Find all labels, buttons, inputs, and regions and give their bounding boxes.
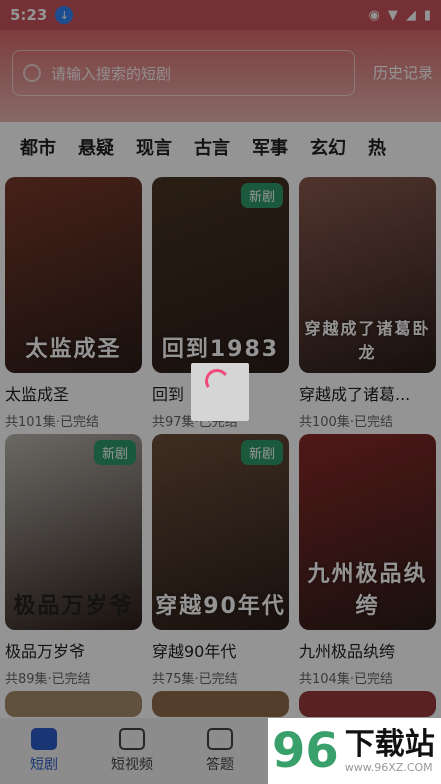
- drama-cover[interactable]: 太监成圣: [5, 177, 142, 373]
- search-input[interactable]: 请输入搜索的短剧: [12, 50, 355, 96]
- drama-cover[interactable]: 穿越成了诸葛卧龙: [299, 177, 436, 373]
- status-time: 5:23: [10, 6, 48, 24]
- drama-title: 穿越成了诸葛...: [299, 385, 411, 404]
- search-icon: [23, 64, 41, 82]
- site-watermark: 96 下载站 www.96XZ.COM: [268, 718, 441, 784]
- drama-card[interactable]: 新剧 极品万岁爷 极品万岁爷 共89集·已完结: [5, 434, 142, 687]
- cover-title-art: 穿越90年代: [155, 594, 286, 619]
- new-badge: 新剧: [240, 440, 283, 465]
- category-tab[interactable]: 现言: [136, 134, 172, 160]
- drama-card-partial[interactable]: [5, 691, 142, 717]
- drama-cover-partial[interactable]: [152, 691, 289, 717]
- drama-card[interactable]: 新剧 穿越90年代 穿越90年代 共75集·已完结: [152, 434, 289, 687]
- drama-card-partial[interactable]: [299, 691, 436, 717]
- battery-icon: ▮: [423, 7, 431, 23]
- cover-title-art: 回到1983: [161, 337, 280, 362]
- cover-title-art: 九州极品纨绔: [307, 562, 428, 619]
- drama-meta: 共75集·已完结: [152, 672, 238, 687]
- wifi-icon: ▼: [387, 7, 398, 23]
- location-icon: ◉: [368, 7, 380, 23]
- tab-label: 短剧: [30, 757, 58, 773]
- new-badge: 新剧: [93, 440, 136, 465]
- category-tab[interactable]: 热: [368, 134, 386, 160]
- book-icon: [119, 728, 145, 750]
- search-header: 请输入搜索的短剧 历史记录: [0, 30, 441, 122]
- watermark-number: 96: [272, 723, 339, 779]
- category-tab[interactable]: 古言: [194, 134, 230, 160]
- category-tab[interactable]: 军事: [252, 134, 288, 160]
- tab-short-drama[interactable]: 短剧: [0, 718, 88, 784]
- drama-meta: 共104集·已完结: [299, 672, 393, 687]
- history-button[interactable]: 历史记录: [373, 62, 433, 83]
- drama-cover-partial[interactable]: [299, 691, 436, 717]
- drama-cover[interactable]: 新剧 极品万岁爷: [5, 434, 142, 630]
- download-icon: ↓: [55, 6, 74, 24]
- drama-cover[interactable]: 九州极品纨绔: [299, 434, 436, 630]
- loading-dialog: [191, 363, 249, 421]
- drama-card[interactable]: 太监成圣 太监成圣 共101集·已完结: [5, 177, 142, 430]
- signal-icon: ◢: [405, 7, 416, 23]
- cover-title-art: 太监成圣: [25, 337, 122, 362]
- drama-title: 九州极品纨绔: [299, 642, 396, 661]
- drama-title: 极品万岁爷: [5, 642, 86, 661]
- play-icon: [31, 728, 57, 750]
- drama-cover[interactable]: 新剧 回到1983: [152, 177, 289, 373]
- cover-title-art: 穿越成了诸葛卧龙: [304, 319, 431, 362]
- drama-cover-partial[interactable]: [5, 691, 142, 717]
- drama-card[interactable]: 九州极品纨绔 九州极品纨绔 共104集·已完结: [299, 434, 436, 687]
- drama-card-partial[interactable]: [152, 691, 289, 717]
- tab-short-video[interactable]: 短视频: [88, 718, 176, 784]
- tab-label: 答题: [206, 757, 234, 773]
- category-tabs: 都市 悬疑 现言 古言 军事 玄幻 热: [0, 122, 441, 172]
- drama-card[interactable]: 穿越成了诸葛卧龙 穿越成了诸葛... 共100集·已完结: [299, 177, 436, 430]
- category-tab[interactable]: 玄幻: [310, 134, 346, 160]
- drama-title: 穿越90年代: [152, 642, 237, 661]
- watermark-text: 下载站: [344, 727, 435, 762]
- search-placeholder: 请输入搜索的短剧: [51, 64, 172, 83]
- store-icon: [207, 728, 233, 750]
- category-tab[interactable]: 都市: [20, 134, 56, 160]
- drama-cover[interactable]: 新剧 穿越90年代: [152, 434, 289, 630]
- drama-meta: 共100集·已完结: [299, 415, 393, 430]
- cover-title-art: 极品万岁爷: [13, 594, 134, 619]
- status-icons: ◉ ▼ ◢ ▮: [369, 8, 432, 23]
- drama-meta: 共89集·已完结: [5, 672, 91, 687]
- drama-title: 太监成圣: [5, 385, 70, 404]
- new-badge: 新剧: [240, 183, 283, 208]
- status-bar: 5:23 ↓ ◉ ▼ ◢ ▮: [0, 0, 441, 30]
- loading-spinner-icon: [203, 367, 231, 395]
- tab-quiz[interactable]: 答题: [176, 718, 264, 784]
- category-tab[interactable]: 悬疑: [78, 134, 114, 160]
- watermark-url: www.96XZ.COM: [344, 761, 433, 774]
- watermark-text-block: 下载站 www.96XZ.COM: [345, 728, 435, 774]
- tab-label: 短视频: [111, 757, 153, 773]
- drama-meta: 共101集·已完结: [5, 415, 99, 430]
